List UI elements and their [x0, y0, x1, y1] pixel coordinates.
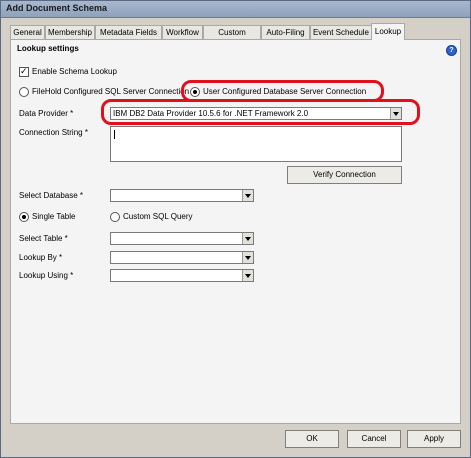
tab-general[interactable]: General: [10, 25, 45, 39]
cancel-button[interactable]: Cancel: [347, 430, 401, 448]
lookup-by-select[interactable]: [110, 251, 254, 264]
tab-workflow[interactable]: Workflow: [162, 25, 203, 39]
lookup-using-select[interactable]: [110, 269, 254, 282]
verify-connection-button[interactable]: Verify Connection: [287, 166, 402, 184]
chevron-down-icon[interactable]: [242, 190, 253, 201]
lookup-using-label: Lookup Using *: [19, 271, 74, 280]
select-database-label: Select Database *: [19, 191, 84, 200]
single-table-radio[interactable]: [19, 212, 29, 222]
highlight-data-provider: [101, 99, 420, 125]
window-title: Add Document Schema: [6, 3, 108, 13]
ok-button[interactable]: OK: [285, 430, 339, 448]
lookup-settings-heading: Lookup settings: [17, 44, 79, 53]
connection-string-input[interactable]: [110, 126, 402, 162]
chevron-down-icon[interactable]: [242, 233, 253, 244]
tab-lookup[interactable]: Lookup: [371, 23, 405, 40]
title-bar[interactable]: Add Document Schema: [1, 1, 470, 18]
custom-sql-query-label: Custom SQL Query: [123, 212, 193, 221]
filehold-sql-connection-radio[interactable]: [19, 87, 29, 97]
custom-sql-query-radio[interactable]: [110, 212, 120, 222]
enable-schema-lookup-checkbox[interactable]: ✓: [19, 66, 29, 77]
filehold-sql-connection-label: FileHold Configured SQL Server Connectio…: [32, 87, 190, 96]
question-icon[interactable]: ?: [446, 45, 457, 56]
select-table-select[interactable]: [110, 232, 254, 245]
tab-membership[interactable]: Membership: [45, 25, 95, 39]
tab-auto-filing[interactable]: Auto-Filing: [261, 25, 310, 39]
apply-button[interactable]: Apply: [407, 430, 461, 448]
chevron-down-icon[interactable]: [242, 270, 253, 281]
lookup-by-label: Lookup By *: [19, 253, 63, 262]
select-database-select[interactable]: [110, 189, 254, 202]
single-table-label: Single Table: [32, 212, 76, 221]
tab-metadata-fields[interactable]: Metadata Fields: [95, 25, 162, 39]
tab-custom-naming[interactable]: Custom Naming: [203, 25, 261, 50]
add-document-schema-window: Add Document Schema General Membership M…: [0, 0, 471, 458]
tab-event-schedule[interactable]: Event Schedule: [310, 25, 372, 39]
lookup-panel: Lookup settings ? ✓ Enable Schema Lookup…: [10, 39, 461, 424]
connection-string-label: Connection String *: [19, 128, 88, 137]
data-provider-label: Data Provider *: [19, 109, 74, 118]
chevron-down-icon[interactable]: [242, 252, 253, 263]
text-caret: [114, 130, 115, 139]
select-table-label: Select Table *: [19, 234, 68, 243]
enable-schema-lookup-label: Enable Schema Lookup: [32, 67, 117, 76]
